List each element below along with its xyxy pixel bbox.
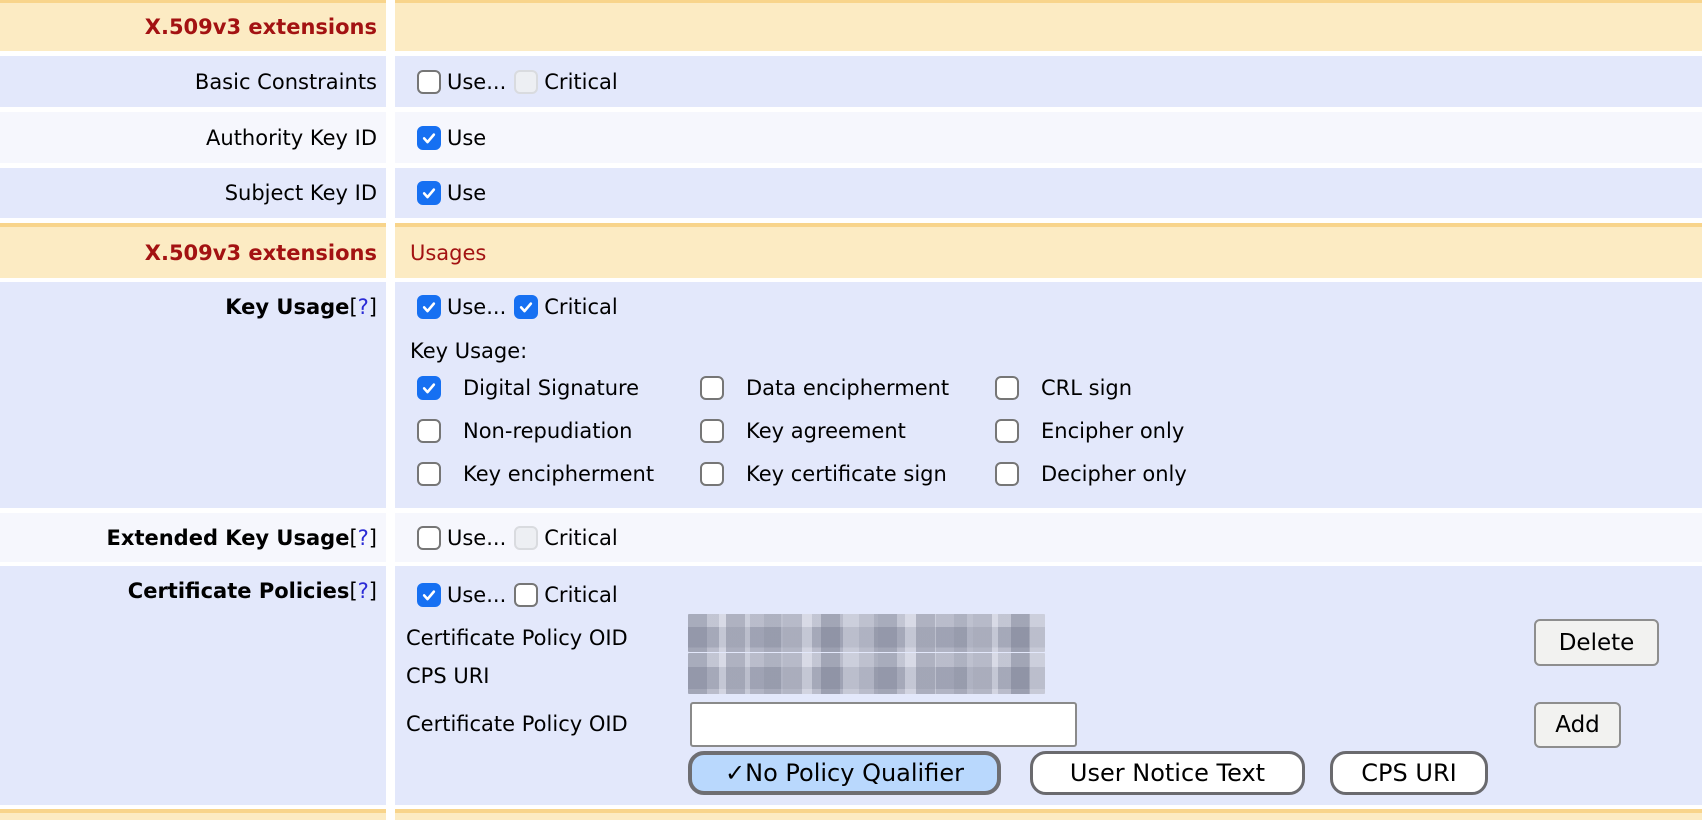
x509-extensions-form: X.509v3 extensions Basic Constraints Use…: [0, 0, 1702, 820]
key-usage-option-label: Digital Signature: [463, 376, 678, 400]
section-title: X.509v3 extensions: [145, 241, 377, 265]
row-certificate-policies: Certificate Policies[?] Use... Critical …: [0, 566, 1702, 805]
basic-constraints-label: Basic Constraints: [195, 70, 377, 94]
row-authority-key-id: Authority Key ID Use: [0, 112, 1702, 163]
question-mark-icon: ?: [358, 295, 369, 319]
key-usage-option-checkbox[interactable]: [700, 376, 724, 400]
question-mark-icon: ?: [358, 526, 369, 550]
use-label: Use...: [447, 583, 506, 607]
subject-key-id-label: Subject Key ID: [225, 181, 377, 205]
key-usage-group-label: Key Usage:: [410, 340, 1702, 362]
key-usage-option-checkbox[interactable]: [417, 419, 441, 443]
use-label: Use...: [447, 526, 506, 550]
section-header-next: [0, 809, 1702, 820]
key-usage-option-checkbox[interactable]: [995, 419, 1019, 443]
delete-button[interactable]: Delete: [1534, 619, 1659, 666]
certificate-policies-label: Certificate Policies: [128, 579, 350, 603]
extended-key-usage-use-checkbox[interactable]: [417, 526, 441, 550]
key-usage-use-checkbox[interactable]: [417, 295, 441, 319]
section-title: X.509v3 extensions: [145, 15, 377, 39]
row-key-usage: Key Usage[?] Use... Critical Key Usage: …: [0, 282, 1702, 508]
user-notice-text-button[interactable]: User Notice Text: [1030, 751, 1305, 795]
section-header-extensions: X.509v3 extensions: [0, 0, 1702, 51]
basic-constraints-use-checkbox[interactable]: [417, 70, 441, 94]
certificate-policies-use-checkbox[interactable]: [417, 583, 441, 607]
row-basic-constraints: Basic Constraints Use... Critical: [0, 56, 1702, 107]
row-subject-key-id: Subject Key ID Use: [0, 168, 1702, 218]
use-label: Use...: [447, 295, 506, 319]
key-usage-option-checkbox[interactable]: [700, 419, 724, 443]
key-usage-option-label: Key encipherment: [463, 462, 678, 486]
critical-label: Critical: [544, 295, 617, 319]
key-usage-option-checkbox[interactable]: [995, 462, 1019, 486]
authority-key-id-label: Authority Key ID: [206, 126, 377, 150]
critical-label: Critical: [544, 583, 617, 607]
redacted-certificate-policy-oid-value: [688, 614, 1045, 652]
key-usage-option-checkbox[interactable]: [995, 376, 1019, 400]
key-usage-option-label: Encipher only: [1041, 419, 1702, 443]
new-certificate-policy-oid-label: Certificate Policy OID: [406, 712, 628, 736]
certificate-policies-help-link[interactable]: [?]: [349, 579, 377, 603]
key-usage-option-checkbox[interactable]: [417, 376, 441, 400]
certificate-policies-critical-checkbox[interactable]: [514, 583, 538, 607]
use-label: Use: [447, 126, 486, 150]
section-header-usages: X.509v3 extensions Usages: [0, 223, 1702, 278]
key-usage-option-checkbox[interactable]: [700, 462, 724, 486]
key-usage-option-label: Data encipherment: [746, 376, 973, 400]
check-icon: [420, 184, 438, 202]
extended-key-usage-critical-checkbox[interactable]: [514, 526, 538, 550]
no-policy-qualifier-button[interactable]: ✓No Policy Qualifier: [688, 751, 1001, 795]
basic-constraints-critical-checkbox[interactable]: [514, 70, 538, 94]
key-usage-critical-checkbox[interactable]: [514, 295, 538, 319]
question-mark-icon: ?: [358, 579, 369, 603]
key-usage-option-checkbox[interactable]: [417, 462, 441, 486]
check-icon: [420, 298, 438, 316]
critical-label: Critical: [544, 526, 617, 550]
certificate-policy-oid-input[interactable]: [690, 702, 1077, 747]
use-label: Use...: [447, 70, 506, 94]
key-usage-option-label: CRL sign: [1041, 376, 1702, 400]
extended-key-usage-label: Extended Key Usage: [107, 526, 350, 550]
check-icon: [517, 298, 535, 316]
row-extended-key-usage: Extended Key Usage[?] Use... Critical: [0, 513, 1702, 562]
extended-key-usage-help-link[interactable]: [?]: [349, 526, 377, 550]
critical-label: Critical: [544, 70, 617, 94]
redacted-cps-uri-value: [688, 653, 1045, 694]
usages-subtitle: Usages: [410, 241, 486, 265]
key-usage-option-label: Decipher only: [1041, 462, 1702, 486]
key-usage-option-label: Key certificate sign: [746, 462, 973, 486]
authority-key-id-use-checkbox[interactable]: [417, 126, 441, 150]
check-icon: [420, 129, 438, 147]
key-usage-help-link[interactable]: [?]: [349, 295, 377, 319]
cps-uri-label: CPS URI: [406, 664, 490, 688]
subject-key-id-use-checkbox[interactable]: [417, 181, 441, 205]
check-icon: [420, 379, 438, 397]
use-label: Use: [447, 181, 486, 205]
cps-uri-button[interactable]: CPS URI: [1330, 751, 1488, 795]
key-usage-options-grid: Digital Signature Data encipherment CRL …: [417, 376, 1702, 486]
key-usage-option-label: Key agreement: [746, 419, 973, 443]
check-icon: [420, 586, 438, 604]
certificate-policy-oid-label: Certificate Policy OID: [406, 626, 628, 650]
key-usage-option-label: Non-repudiation: [463, 419, 678, 443]
add-button[interactable]: Add: [1534, 702, 1621, 748]
key-usage-label: Key Usage: [225, 295, 349, 319]
